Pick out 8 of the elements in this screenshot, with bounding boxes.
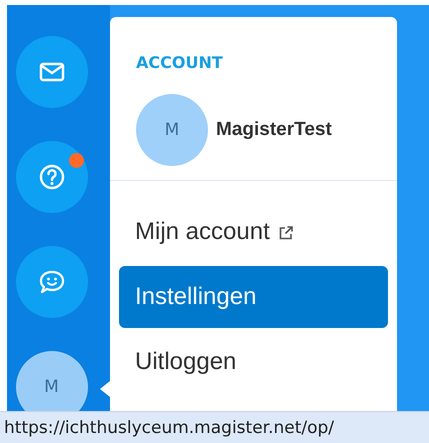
menu-item[interactable]: Instellingen — [119, 266, 388, 328]
user-avatar: M — [136, 94, 208, 166]
menu-item[interactable]: Uitloggen — [119, 331, 388, 393]
help-icon — [38, 163, 66, 191]
chat-icon — [38, 268, 66, 296]
menu-heading: ACCOUNT — [135, 52, 224, 72]
user-name: MagisterTest — [216, 119, 332, 141]
menu-item[interactable]: Mijn account — [119, 201, 388, 263]
